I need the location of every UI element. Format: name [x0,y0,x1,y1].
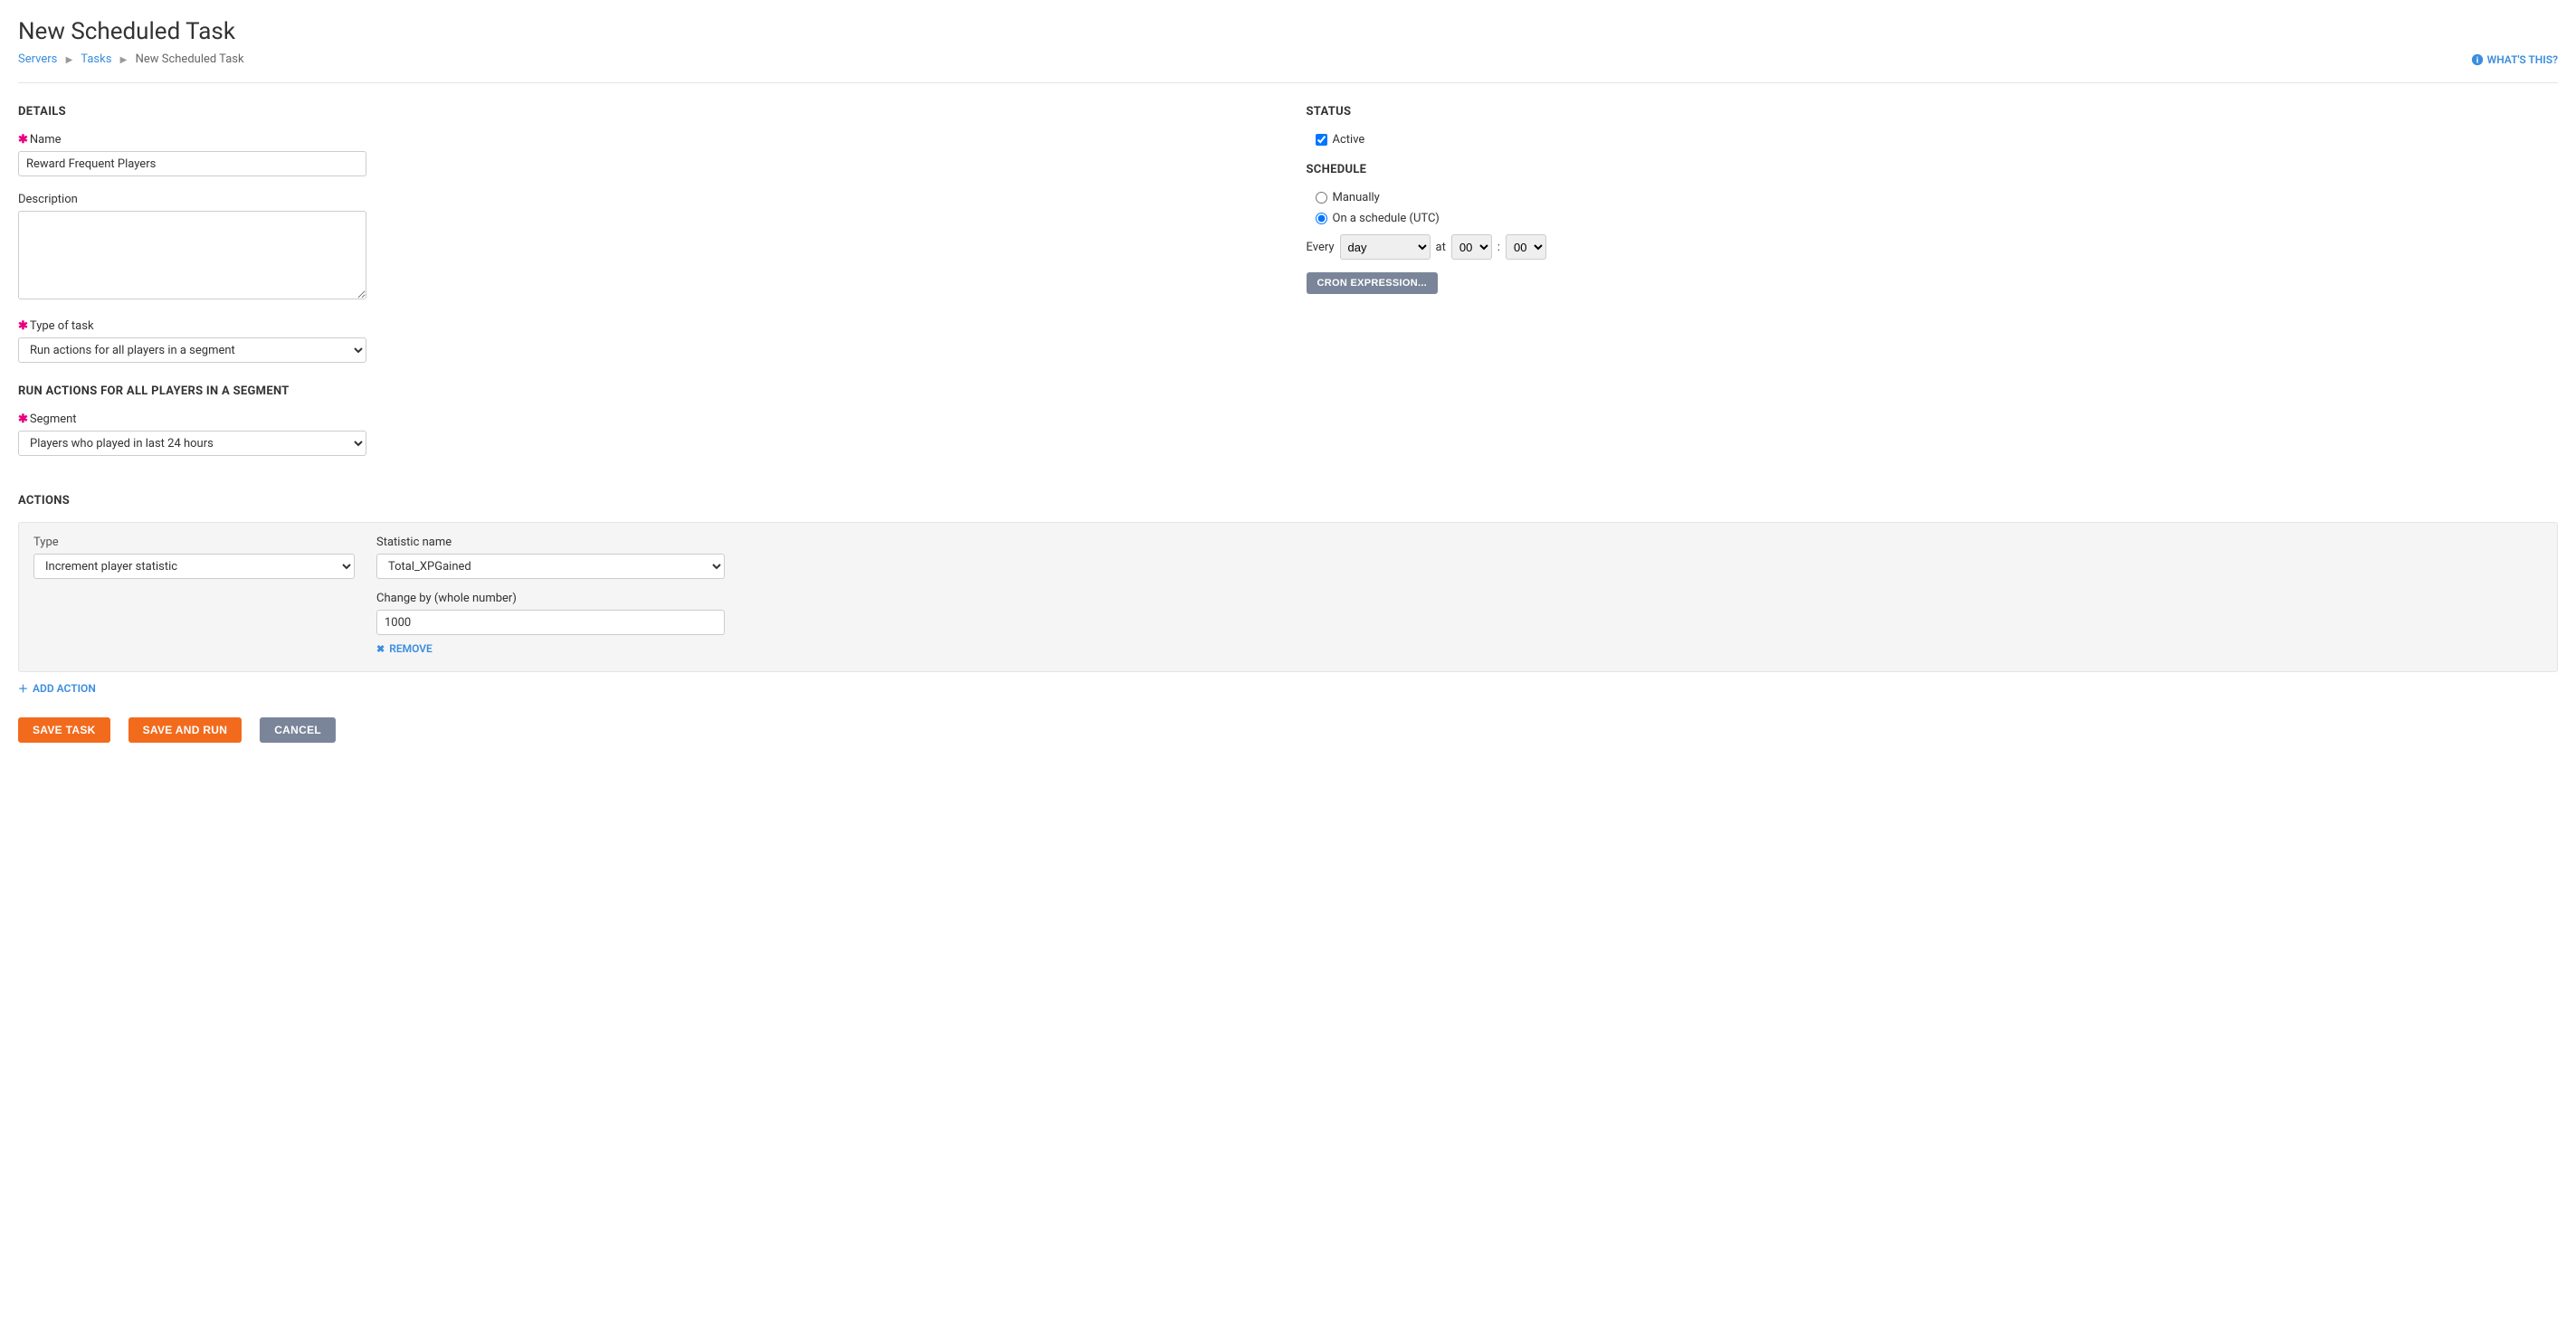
svg-text:i: i [2476,55,2478,65]
manually-radio[interactable] [1316,192,1327,204]
description-label: Description [18,193,1270,206]
at-label: at [1436,241,1446,254]
manually-label: Manually [1333,191,1380,204]
time-colon: : [1497,241,1500,254]
whats-this-link[interactable]: i WHAT'S THIS? [2471,53,2558,66]
page-title: New Scheduled Task [18,18,2558,45]
breadcrumb-row: Servers ▶ Tasks ▶ New Scheduled Task i W… [18,52,2558,83]
whats-this-label: WHAT'S THIS? [2487,53,2558,66]
type-of-task-label: ✱Type of task [18,319,1270,333]
action-type-select[interactable]: Increment player statistic [33,554,355,579]
every-unit-select[interactable]: day [1340,234,1431,260]
segment-section-heading: RUN ACTIONS FOR ALL PLAYERS IN A SEGMENT [18,384,1270,398]
breadcrumb-servers[interactable]: Servers [18,52,57,66]
breadcrumb-current: New Scheduled Task [136,52,244,66]
statistic-name-label: Statistic name [376,536,725,549]
every-label: Every [1307,241,1335,254]
remove-action-link[interactable]: ✖ REMOVE [376,642,725,655]
status-heading: STATUS [1307,105,2559,119]
hour-select[interactable]: 00 [1451,234,1492,260]
action-type-label: Type [33,536,355,549]
required-asterisk: ✱ [18,133,28,147]
minute-select[interactable]: 00 [1506,234,1546,260]
breadcrumb: Servers ▶ Tasks ▶ New Scheduled Task [18,52,244,66]
actions-heading: ACTIONS [18,494,2558,507]
change-by-label: Change by (whole number) [376,592,725,605]
statistic-name-select[interactable]: Total_XPGained [376,554,725,579]
plus-icon: ＋ [18,681,28,696]
on-schedule-label: On a schedule (UTC) [1333,212,1440,225]
required-asterisk: ✱ [18,319,28,333]
details-heading: DETAILS [18,105,1270,119]
remove-icon: ✖ [376,643,385,655]
change-by-input[interactable] [376,610,725,635]
active-label: Active [1333,133,1365,147]
name-label: ✱Name [18,133,1270,147]
cron-expression-button[interactable]: CRON EXPRESSION... [1307,272,1439,294]
on-schedule-radio[interactable] [1316,213,1327,224]
action-row: Type Increment player statistic Statisti… [18,522,2558,672]
add-action-link[interactable]: ＋ ADD ACTION [18,681,96,696]
breadcrumb-separator: ▶ [120,55,128,65]
segment-select[interactable]: Players who played in last 24 hours [18,431,366,456]
active-checkbox[interactable] [1316,134,1327,146]
description-textarea[interactable] [18,211,366,299]
name-input[interactable] [18,151,366,176]
remove-label: REMOVE [389,642,433,655]
cancel-button[interactable]: CANCEL [260,717,336,743]
type-of-task-select[interactable]: Run actions for all players in a segment [18,337,366,363]
segment-label: ✱Segment [18,413,1270,426]
add-action-label: ADD ACTION [33,682,96,695]
schedule-heading: SCHEDULE [1307,163,2559,176]
save-task-button[interactable]: SAVE TASK [18,717,110,743]
breadcrumb-tasks[interactable]: Tasks [81,52,111,66]
save-and-run-button[interactable]: SAVE AND RUN [128,717,242,743]
breadcrumb-separator: ▶ [66,55,73,65]
required-asterisk: ✱ [18,413,28,426]
info-icon: i [2471,53,2484,66]
